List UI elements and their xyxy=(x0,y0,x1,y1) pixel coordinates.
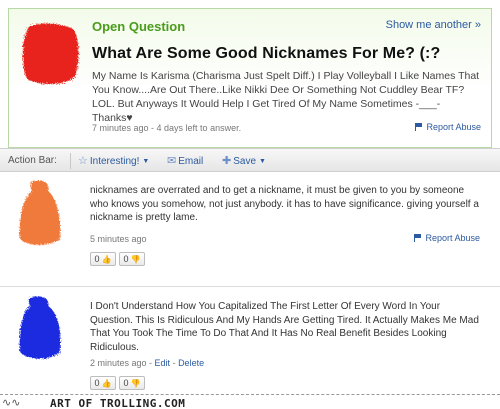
thumbs-up-count: 0 xyxy=(94,378,100,388)
watermark-brand: ART OF TROLLING.COM xyxy=(50,397,186,409)
thumbs-up-button[interactable]: 0 👍 xyxy=(90,376,116,390)
email-button[interactable]: ✉ Email xyxy=(167,154,203,167)
answer-text: nicknames are overrated and to get a nic… xyxy=(90,185,479,223)
delete-link[interactable]: Delete xyxy=(178,358,204,368)
asker-avatar xyxy=(19,21,81,87)
thumbs-up-icon: 👍 xyxy=(101,254,112,264)
thumbs-down-count: 0 xyxy=(123,254,129,264)
interesting-label: Interesting! xyxy=(89,156,140,167)
question-type-label: Open Question xyxy=(92,19,186,34)
answer-text: I Don't Understand How You Capitalized T… xyxy=(90,301,479,353)
thumbs-up-count: 0 xyxy=(94,254,100,264)
question-meta: 7 minutes ago - 4 days left to answer. xyxy=(92,123,242,133)
interesting-button[interactable]: ☆ Interesting! ▼ xyxy=(78,154,149,167)
flag-icon xyxy=(414,234,422,242)
answer-meta: 2 minutes ago - Edit - Delete xyxy=(90,358,204,368)
email-label: Email xyxy=(178,156,204,167)
watermark-footer: ∿∿ ART OF TROLLING.COM xyxy=(0,394,500,409)
answer-item: nicknames are overrated and to get a nic… xyxy=(0,172,500,287)
answer-report-abuse-link[interactable]: Report Abuse xyxy=(414,233,480,243)
thumbs-up-icon: 👍 xyxy=(101,378,112,388)
question-box: Open Question Show me another » What Are… xyxy=(8,8,492,148)
plus-icon: ✚ xyxy=(222,155,232,167)
thumbs-down-button[interactable]: 0 👎 xyxy=(119,252,145,266)
divider xyxy=(70,153,71,169)
answer-time: 2 minutes ago - xyxy=(90,358,155,368)
report-label: Report Abuse xyxy=(425,233,480,243)
answerer-avatar xyxy=(16,294,64,362)
thumbs-down-button[interactable]: 0 👎 xyxy=(119,376,145,390)
save-button[interactable]: ✚ Save ▼ xyxy=(222,154,266,167)
vote-buttons: 0 👍 0 👎 xyxy=(90,376,145,390)
star-icon: ☆ xyxy=(78,155,88,167)
chevron-down-icon: ▼ xyxy=(259,158,266,165)
answer-item: I Don't Understand How You Capitalized T… xyxy=(0,288,500,398)
answer-meta: 5 minutes ago xyxy=(90,234,147,244)
link-separator: - xyxy=(170,358,179,368)
thumbs-down-icon: 👎 xyxy=(130,378,141,388)
question-report-abuse-link[interactable]: Report Abuse xyxy=(415,122,481,132)
thumbs-up-button[interactable]: 0 👍 xyxy=(90,252,116,266)
thumbs-down-icon: 👎 xyxy=(130,254,141,264)
flag-icon xyxy=(415,123,423,131)
save-label: Save xyxy=(233,156,257,167)
chevron-down-icon: ▼ xyxy=(142,158,150,165)
envelope-icon: ✉ xyxy=(167,155,177,167)
edit-link[interactable]: Edit xyxy=(155,358,171,368)
thumbs-down-count: 0 xyxy=(123,378,129,388)
question-body: My Name Is Karisma (Charisma Just Spelt … xyxy=(92,70,480,124)
report-label: Report Abuse xyxy=(426,122,481,132)
action-bar-label: Action Bar: xyxy=(8,155,57,166)
show-another-link[interactable]: Show me another » xyxy=(386,19,481,31)
vote-buttons: 0 👍 0 👎 xyxy=(90,252,145,266)
answerer-avatar xyxy=(16,177,64,249)
decorative-squiggle: ∿∿ xyxy=(2,397,21,409)
question-title: What Are Some Good Nicknames For Me? (:? xyxy=(92,45,441,62)
action-bar: Action Bar: ☆ Interesting! ▼ ✉ Email ✚ Save ▼ xyxy=(0,148,500,172)
